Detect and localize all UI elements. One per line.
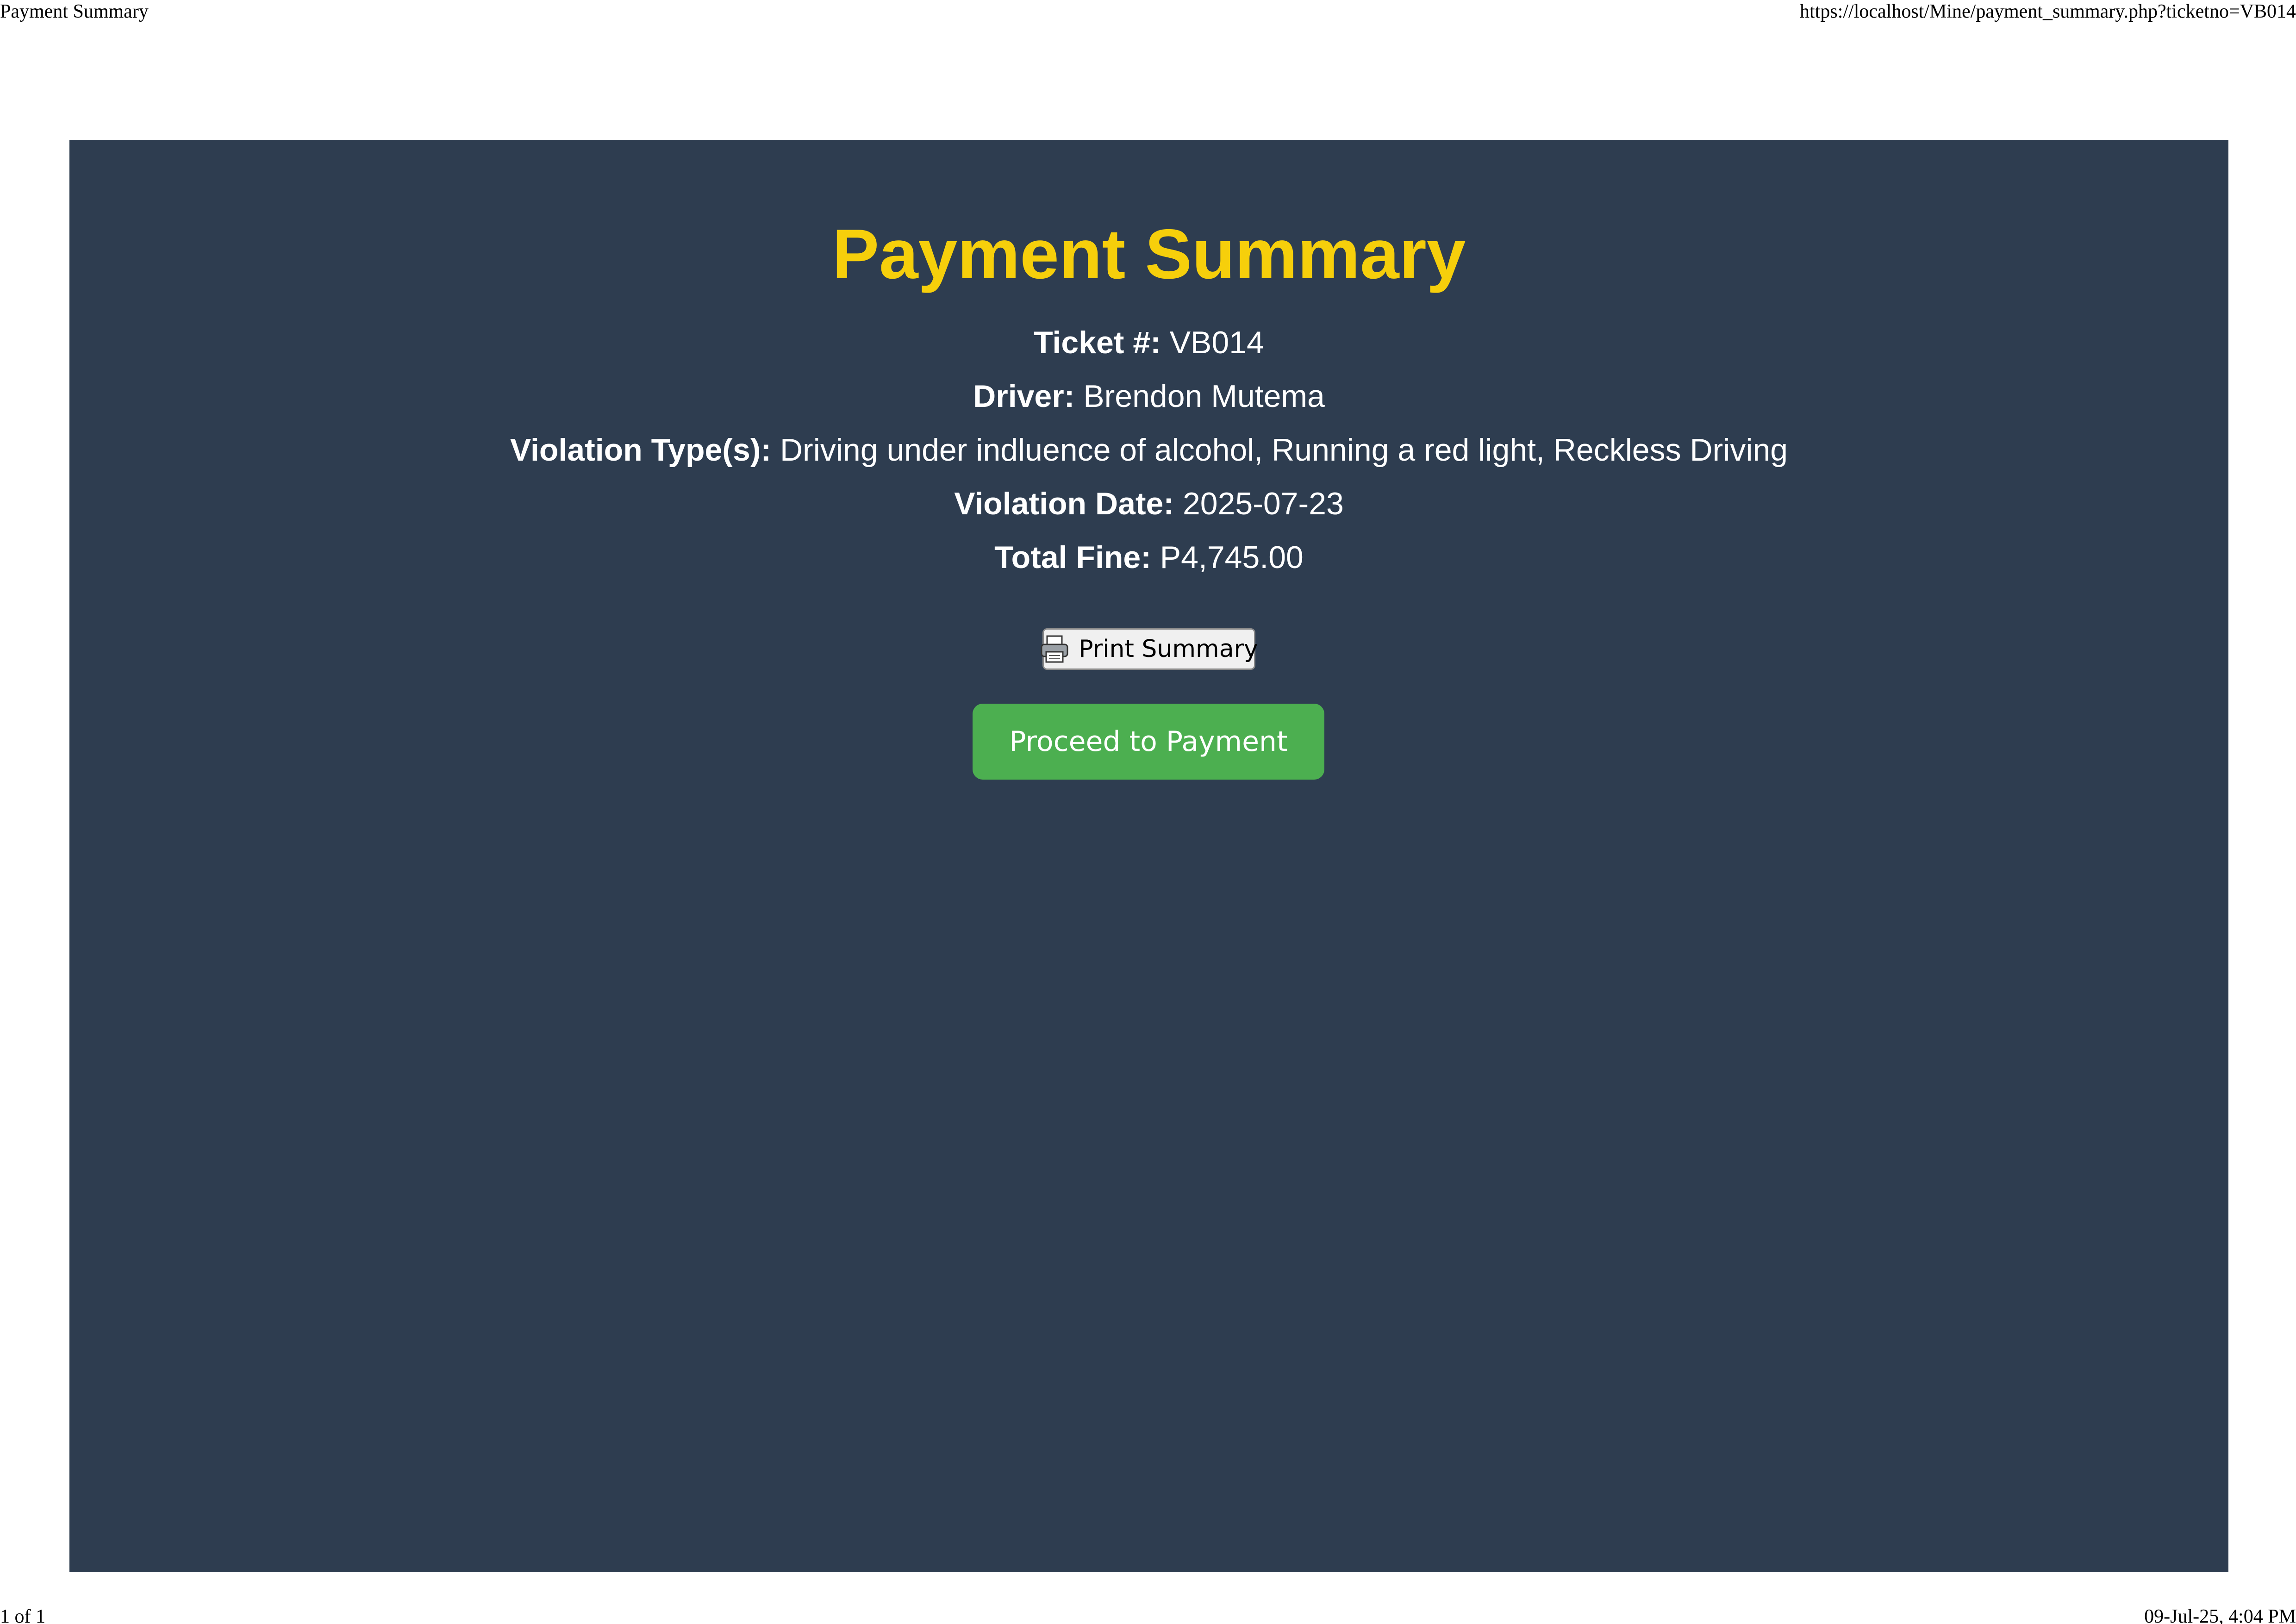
print-summary-label: Print Summary [1079, 635, 1258, 663]
violation-type-label: Violation Type(s): [510, 432, 772, 468]
ticket-label: Ticket #: [1034, 325, 1161, 360]
payment-summary-panel: Payment Summary Ticket #: VB014 Driver: … [69, 140, 2228, 1572]
total-fine-row: Total Fine: P4,745.00 [69, 539, 2228, 577]
total-fine-value: P4,745.00 [1160, 540, 1304, 575]
violation-date-row: Violation Date: 2025-07-23 [69, 485, 2228, 523]
ticket-value: VB014 [1169, 325, 1264, 360]
printer-icon [1040, 634, 1069, 664]
proceed-to-payment-button[interactable]: Proceed to Payment [973, 704, 1324, 780]
driver-label: Driver: [973, 379, 1075, 414]
page-title: Payment Summary [832, 215, 1466, 294]
print-header-url: https://localhost/Mine/payment_summary.p… [1800, 1, 2296, 22]
print-header-title: Payment Summary [0, 1, 149, 22]
ticket-row: Ticket #: VB014 [69, 324, 2228, 362]
violation-type-row: Violation Type(s): Driving under indluen… [69, 431, 2228, 469]
print-summary-button[interactable]: Print Summary [1040, 628, 1258, 670]
print-footer-datetime: 09-Jul-25, 4:04 PM [2144, 1606, 2296, 1624]
total-fine-label: Total Fine: [994, 540, 1151, 575]
violation-date-label: Violation Date: [954, 486, 1174, 521]
driver-row: Driver: Brendon Mutema [69, 378, 2228, 416]
violation-type-value: Driving under indluence of alcohol, Runn… [780, 432, 1788, 468]
violation-date-value: 2025-07-23 [1182, 486, 1344, 521]
driver-value: Brendon Mutema [1083, 379, 1325, 414]
print-footer-page: 1 of 1 [0, 1606, 45, 1624]
proceed-to-payment-label: Proceed to Payment [1009, 725, 1288, 758]
